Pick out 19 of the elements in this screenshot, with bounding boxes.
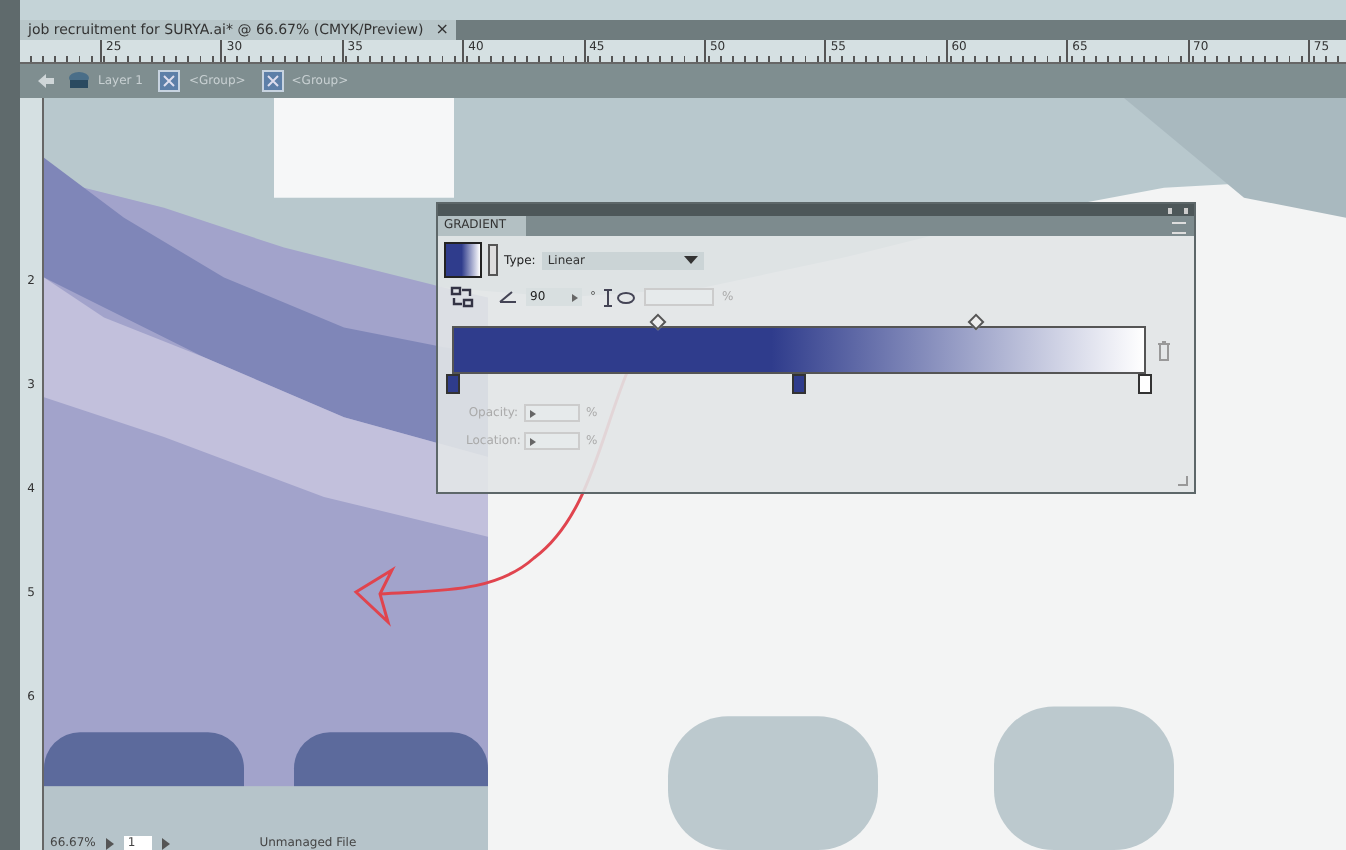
aspect-ratio-icon [604,287,636,307]
opacity-field [524,404,580,422]
back-arrow-icon[interactable] [36,72,56,90]
color-stop[interactable] [448,376,458,392]
delete-stop-icon[interactable] [1156,339,1172,361]
color-stop[interactable] [794,376,804,392]
location-field [524,432,580,450]
group-icon [158,70,181,92]
gradient-swatch[interactable] [444,242,482,278]
menu-icon[interactable] [1172,222,1186,234]
resize-grip-icon[interactable] [1178,476,1188,486]
layer-icon [68,70,90,92]
close-icon[interactable]: × [435,20,449,40]
aspect-ratio-field [644,288,714,306]
reverse-gradient-icon[interactable] [450,286,474,308]
caret-icon [683,256,698,264]
angle-icon [498,290,518,304]
group-icon [261,70,284,92]
color-stop[interactable] [1140,376,1150,392]
